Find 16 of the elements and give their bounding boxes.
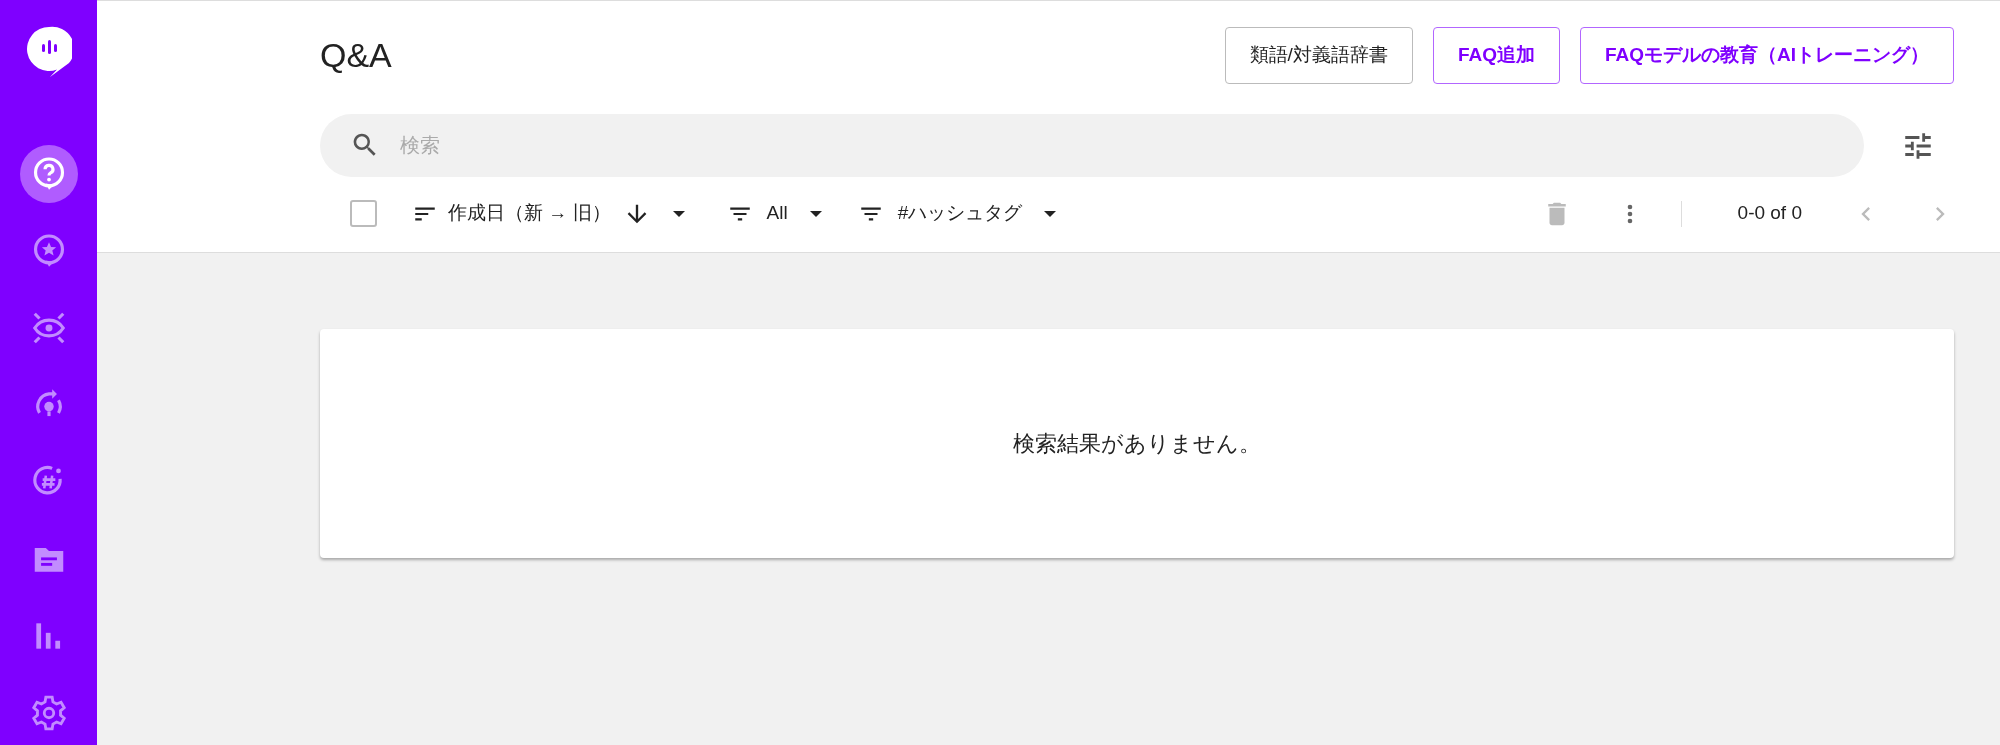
- caret-icon: [809, 210, 822, 217]
- empty-results-message: 検索結果がありません。: [1013, 430, 1261, 458]
- page-title: Q&A: [320, 34, 392, 76]
- select-all-checkbox[interactable]: [350, 200, 377, 227]
- caret-icon: [672, 210, 685, 217]
- sort-button[interactable]: 作成日（新 → 旧）: [412, 199, 685, 228]
- filter-dropdown[interactable]: #ハッシュタグ: [857, 199, 1057, 228]
- pagination-range: 0-0 of 0: [1737, 201, 1802, 226]
- search-field[interactable]: 検索: [320, 114, 1864, 177]
- chat-bubble-logo-icon[interactable]: [25, 26, 72, 78]
- action-button[interactable]: FAQモデルの教育（AIトレーニング）: [1579, 26, 1954, 84]
- action-button[interactable]: FAQ追加: [1432, 26, 1560, 84]
- filter-dropdown[interactable]: All: [726, 199, 822, 228]
- dictionary-button[interactable]: 類語/対義語辞書: [1224, 26, 1413, 84]
- caret-icon: [1044, 210, 1057, 217]
- settings-icon: [29, 694, 68, 732]
